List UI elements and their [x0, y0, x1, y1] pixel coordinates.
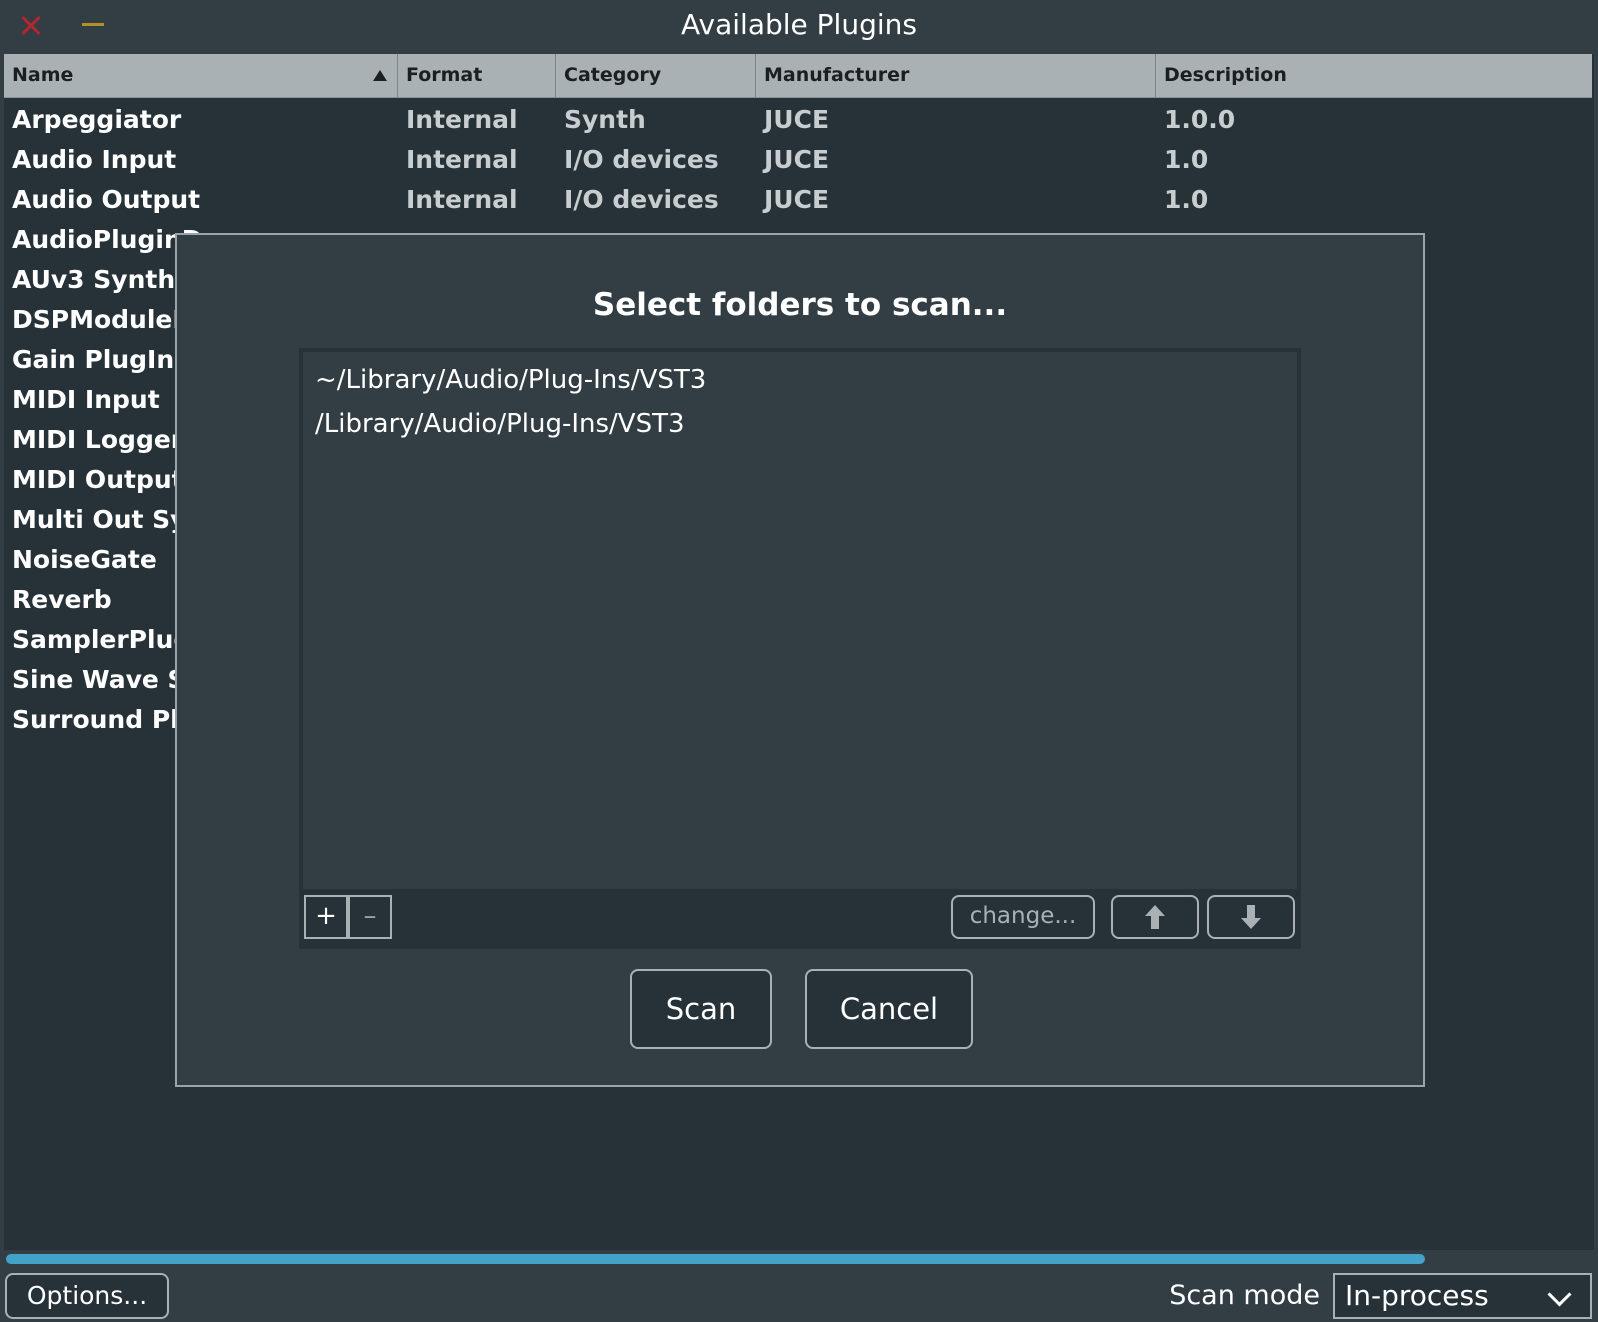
cell-category: I/O devices [564, 185, 719, 214]
cell-manufacturer: JUCE [764, 145, 830, 174]
table-row[interactable]: Arpeggiator Internal Synth JUCE 1.0.0 [4, 100, 1592, 140]
arrow-down-icon [1241, 905, 1261, 929]
column-header-name[interactable]: Name [4, 54, 398, 97]
add-folder-button[interactable]: + [304, 895, 348, 939]
folder-item[interactable]: ~/Library/Audio/Plug-Ins/VST3 [315, 358, 706, 402]
cell-format: Internal [406, 185, 518, 214]
table-header: Name Format Category Manufacturer Descri… [4, 54, 1592, 98]
cell-name: Arpeggiator [12, 105, 182, 134]
column-header-format[interactable]: Format [398, 54, 556, 97]
column-header-description[interactable]: Description [1156, 54, 1592, 97]
change-folder-button[interactable]: change... [951, 895, 1095, 939]
folder-item[interactable]: /Library/Audio/Plug-Ins/VST3 [315, 402, 685, 446]
move-down-button[interactable] [1207, 895, 1295, 939]
column-header-category[interactable]: Category [556, 54, 756, 97]
cell-description: 1.0.0 [1164, 105, 1236, 134]
cell-format: Internal [406, 105, 518, 134]
footer-bar: Options... Scan mode In-process [0, 1266, 1598, 1322]
column-header-label: Description [1164, 64, 1287, 86]
column-header-label: Name [12, 64, 74, 86]
select-folders-dialog: Select folders to scan... ~/Library/Audi… [175, 233, 1425, 1087]
column-header-manufacturer[interactable]: Manufacturer [756, 54, 1156, 97]
options-button[interactable]: Options... [5, 1273, 169, 1319]
chevron-down-icon [1547, 1282, 1572, 1307]
table-row[interactable]: Audio Input Internal I/O devices JUCE 1.0 [4, 140, 1592, 180]
scan-progress-bar [4, 1252, 1594, 1266]
table-row[interactable]: Audio Output Internal I/O devices JUCE 1.0 [4, 180, 1592, 220]
cell-name: Audio Input [12, 145, 177, 174]
cell-manufacturer: JUCE [764, 185, 830, 214]
column-header-label: Format [406, 64, 483, 86]
cell-category: I/O devices [564, 145, 719, 174]
remove-folder-button[interactable]: – [348, 895, 392, 939]
sort-ascending-icon [373, 70, 387, 81]
title-bar: Available Plugins [0, 0, 1598, 52]
move-up-button[interactable] [1111, 895, 1199, 939]
column-header-label: Category [564, 64, 662, 86]
folder-list[interactable]: ~/Library/Audio/Plug-Ins/VST3 /Library/A… [303, 352, 1297, 889]
scan-progress-fill [6, 1254, 1425, 1264]
scan-mode-dropdown[interactable]: In-process [1333, 1273, 1592, 1319]
cell-format: Internal [406, 145, 518, 174]
cell-description: 1.0 [1164, 145, 1209, 174]
cell-manufacturer: JUCE [764, 105, 830, 134]
window-title: Available Plugins [681, 8, 917, 41]
scan-mode-value: In-process [1345, 1279, 1489, 1312]
cancel-button[interactable]: Cancel [805, 969, 973, 1049]
cell-name: Audio Output [12, 185, 201, 214]
scan-button[interactable]: Scan [630, 969, 772, 1049]
cell-description: 1.0 [1164, 185, 1209, 214]
folder-panel: ~/Library/Audio/Plug-Ins/VST3 /Library/A… [299, 348, 1301, 949]
dialog-title: Select folders to scan... [592, 287, 1008, 323]
column-header-label: Manufacturer [764, 64, 910, 86]
cell-category: Synth [564, 105, 646, 134]
scan-mode-label: Scan mode [1169, 1280, 1320, 1311]
arrow-up-icon [1145, 905, 1165, 929]
